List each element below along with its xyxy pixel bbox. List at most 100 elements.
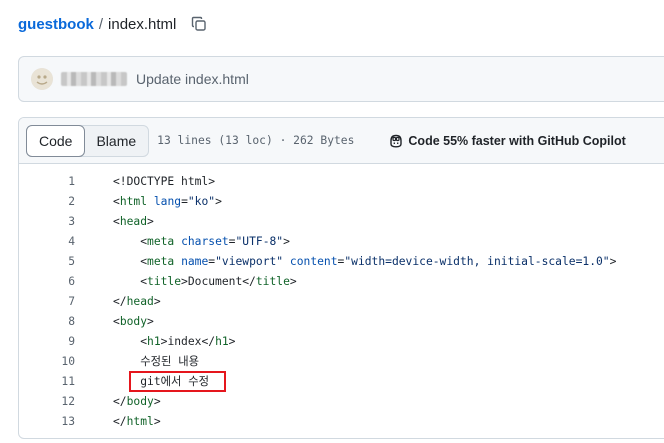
code-line: 8 <body>: [19, 311, 664, 331]
file-viewer: Code Blame 13 lines (13 loc) · 262 Bytes…: [18, 117, 664, 439]
avatar[interactable]: [31, 68, 53, 90]
code-line: 12 </body>: [19, 391, 664, 411]
code-token: >: [283, 234, 290, 248]
breadcrumb: guestbook / index.html: [18, 13, 208, 35]
code-token: >: [153, 294, 161, 308]
breadcrumb-file-name: index.html: [108, 15, 177, 33]
code-token: h1: [147, 334, 161, 348]
line-number[interactable]: 11: [19, 375, 75, 388]
code-line: 7 </head>: [19, 291, 664, 311]
commit-message-link[interactable]: Update index.html: [136, 71, 249, 87]
line-number[interactable]: 12: [19, 395, 75, 408]
code-line: 6 <title>Document</title>: [19, 271, 664, 291]
code-content: </body>: [113, 395, 161, 408]
code-token: >index</: [160, 334, 216, 348]
code-token: meta: [147, 254, 175, 268]
code-token: html: [119, 194, 148, 208]
highlight-annotation-box: [129, 371, 226, 392]
code-token: charset: [181, 234, 229, 248]
line-number[interactable]: 13: [19, 415, 75, 428]
code-token: <: [113, 194, 120, 208]
line-number[interactable]: 2: [19, 195, 75, 208]
code-token: content: [289, 254, 338, 268]
latest-commit-bar: Update index.html: [18, 56, 664, 102]
code-content: <!DOCTYPE html>: [113, 175, 215, 188]
code-token: >: [147, 214, 154, 228]
code-line: 13 </html>: [19, 411, 664, 431]
tab-code[interactable]: Code: [26, 124, 86, 157]
file-stats: 13 lines (13 loc) · 262 Bytes: [157, 134, 355, 147]
copilot-promo-link[interactable]: Code 55% faster with GitHub Copilot: [388, 133, 626, 149]
code-token: >: [147, 314, 154, 328]
code-token: <: [140, 334, 148, 348]
code-token: "UTF-8": [235, 234, 284, 248]
breadcrumb-separator: /: [98, 15, 104, 33]
code-content: <title>Document</title>: [113, 274, 297, 288]
code-token: lang: [153, 194, 182, 208]
code-token: >Document</: [181, 274, 256, 288]
code-line: 10 수정된 내용: [19, 351, 664, 371]
code-line: 5 <meta name="viewport" content="width=d…: [19, 251, 664, 271]
code-token: h1: [215, 334, 229, 348]
code-token: head: [119, 214, 148, 228]
code-token: </: [113, 294, 127, 308]
code-line: 4 <meta charset="UTF-8">: [19, 231, 664, 251]
tab-blame[interactable]: Blame: [84, 126, 148, 156]
code-token: >: [153, 414, 161, 428]
code-token: title: [147, 274, 182, 288]
code-token: "ko": [187, 194, 216, 208]
line-number[interactable]: 1: [19, 175, 75, 188]
copilot-promo-label: Code 55% faster with GitHub Copilot: [408, 133, 626, 148]
code-content: </head>: [113, 295, 161, 308]
code-content: </html>: [113, 415, 161, 428]
code-token: </: [113, 394, 127, 408]
code-token: "viewport": [215, 254, 284, 268]
code-token: body: [119, 314, 148, 328]
file-header: Code Blame 13 lines (13 loc) · 262 Bytes…: [19, 118, 664, 164]
code-token: <: [140, 234, 148, 248]
line-number[interactable]: 3: [19, 215, 75, 228]
code-token: <!DOCTYPE html>: [113, 174, 216, 188]
code-token: "width=device-width, initial-scale=1.0": [344, 254, 610, 268]
code-token: 수정된 내용: [140, 355, 199, 368]
line-number[interactable]: 6: [19, 275, 75, 288]
code-content: <meta charset="UTF-8">: [113, 235, 290, 248]
copy-path-button[interactable]: [190, 15, 208, 33]
line-number[interactable]: 9: [19, 335, 75, 348]
code-content: <body>: [113, 315, 154, 328]
code-line: 9 <h1>index</h1>: [19, 331, 664, 351]
code-token: >: [289, 274, 297, 288]
code-token: >: [215, 194, 222, 208]
code-content: <head>: [113, 215, 154, 228]
line-number[interactable]: 4: [19, 235, 75, 248]
code-token: </: [113, 414, 127, 428]
line-number[interactable]: 8: [19, 315, 75, 328]
code-token: head: [126, 294, 154, 308]
breadcrumb-repo-link[interactable]: guestbook: [18, 16, 94, 33]
code-token: meta: [147, 234, 175, 248]
code-content: 수정된 내용: [113, 353, 199, 369]
code-token: body: [126, 394, 154, 408]
code-token: >: [228, 334, 236, 348]
code-token: html: [126, 414, 154, 428]
view-toggle: Code Blame: [26, 124, 150, 157]
code-token: >: [153, 394, 161, 408]
line-number[interactable]: 10: [19, 355, 75, 368]
line-number[interactable]: 7: [19, 295, 75, 308]
avatar-icon: [31, 68, 53, 90]
code-token: >: [609, 254, 617, 268]
code-token: title: [255, 274, 290, 288]
code-token: =: [181, 194, 188, 208]
code-line: 3 <head>: [19, 211, 664, 231]
commit-author-redacted[interactable]: [61, 72, 127, 86]
code-line: 11 git에서 수정: [19, 371, 664, 392]
line-number[interactable]: 5: [19, 255, 75, 268]
copilot-icon: [390, 134, 403, 148]
code-line: 2 <html lang="ko">: [19, 191, 664, 211]
code-token: <: [113, 214, 120, 228]
code-token: name: [181, 254, 209, 268]
code-token: <: [113, 314, 120, 328]
code-content: <h1>index</h1>: [113, 335, 235, 348]
